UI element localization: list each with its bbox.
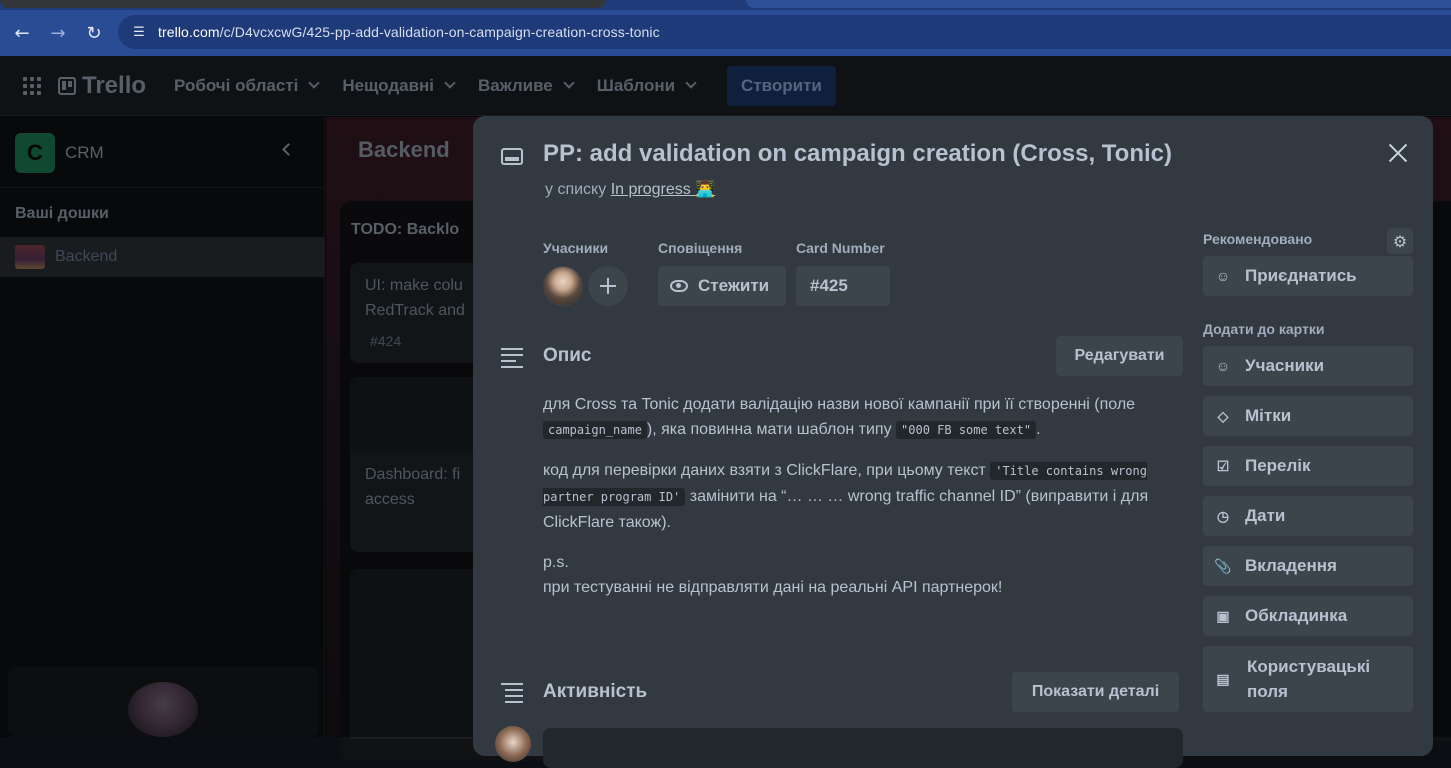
card-number-label: Card Number [796, 240, 885, 256]
address-bar[interactable]: ☰ trello.com/c/D4vcxcwG/425-pp-add-valid… [118, 15, 1451, 49]
recommended-heading: Рекомендовано [1203, 231, 1313, 247]
checklist-icon: ☑ [1216, 457, 1230, 474]
card-detail-modal: PP: add validation on campaign creation … [473, 116, 1433, 768]
person-icon: ☺ [1215, 268, 1231, 284]
dates-button[interactable]: ◷ Дати [1203, 496, 1413, 536]
site-settings-icon[interactable]: ☰ [128, 21, 150, 43]
edit-description-button[interactable]: Редагувати [1056, 336, 1183, 376]
description-body[interactable]: для Cross та Tonic додати валідацію назв… [543, 392, 1183, 615]
card-icon [501, 148, 523, 165]
paperclip-icon: 📎 [1214, 557, 1232, 574]
description-heading: Опис [543, 345, 592, 366]
browser-toolbar: ← → ↻ ☰ trello.com/c/D4vcxcwG/425-pp-add… [0, 10, 1451, 56]
add-to-card-heading: Додати до картки [1203, 321, 1325, 337]
card-list-location: у списку In progress 👨‍💻 [545, 181, 716, 198]
activity-icon [501, 683, 523, 707]
members-label: Учасники [543, 240, 609, 256]
attachment-button[interactable]: 📎 Вкладення [1203, 546, 1413, 586]
labels-button[interactable]: ◇ Мітки [1203, 396, 1413, 436]
show-details-button[interactable]: Показати деталі [1012, 672, 1179, 712]
avatar[interactable] [543, 266, 583, 306]
join-button[interactable]: ☺ Приєднатись [1203, 256, 1413, 296]
eye-icon [670, 280, 688, 292]
browser-tab[interactable] [0, 0, 606, 8]
inline-code: "000 FB some text" [896, 421, 1037, 439]
card-title[interactable]: PP: add validation on campaign creation … [543, 140, 1172, 168]
add-member-button[interactable] [588, 266, 628, 306]
custom-fields-icon: ▤ [1216, 670, 1230, 687]
tag-icon: ◇ [1217, 407, 1229, 424]
comment-input[interactable] [543, 728, 1183, 768]
cover-button[interactable]: ▣ Обкладинка [1203, 596, 1413, 636]
members-button[interactable]: ☺ Учасники [1203, 346, 1413, 386]
inline-code: campaign_name [543, 421, 647, 439]
browser-tab[interactable] [746, 0, 1451, 8]
cover-icon: ▣ [1216, 607, 1230, 624]
clock-icon: ◷ [1216, 507, 1230, 524]
watch-button[interactable]: Стежити [658, 266, 786, 306]
forward-icon[interactable]: → [40, 15, 76, 51]
url-text: trello.com/c/D4vcxcwG/425-pp-add-validat… [158, 24, 660, 40]
notifications-label: Сповіщення [658, 240, 743, 256]
checklist-button[interactable]: ☑ Перелік [1203, 446, 1413, 486]
gear-icon[interactable]: ⚙ [1387, 228, 1413, 254]
reload-icon[interactable]: ↻ [76, 15, 112, 51]
activity-heading: Активність [543, 681, 648, 702]
list-link[interactable]: In progress 👨‍💻 [611, 181, 715, 198]
avatar [495, 726, 531, 762]
close-icon[interactable] [1383, 138, 1413, 168]
back-icon[interactable]: ← [4, 15, 40, 51]
custom-fields-button[interactable]: ▤ Користувацькі поля [1203, 646, 1413, 712]
person-icon: ☺ [1215, 358, 1231, 374]
description-icon [501, 348, 523, 372]
card-number-field[interactable]: #425 [796, 266, 890, 306]
